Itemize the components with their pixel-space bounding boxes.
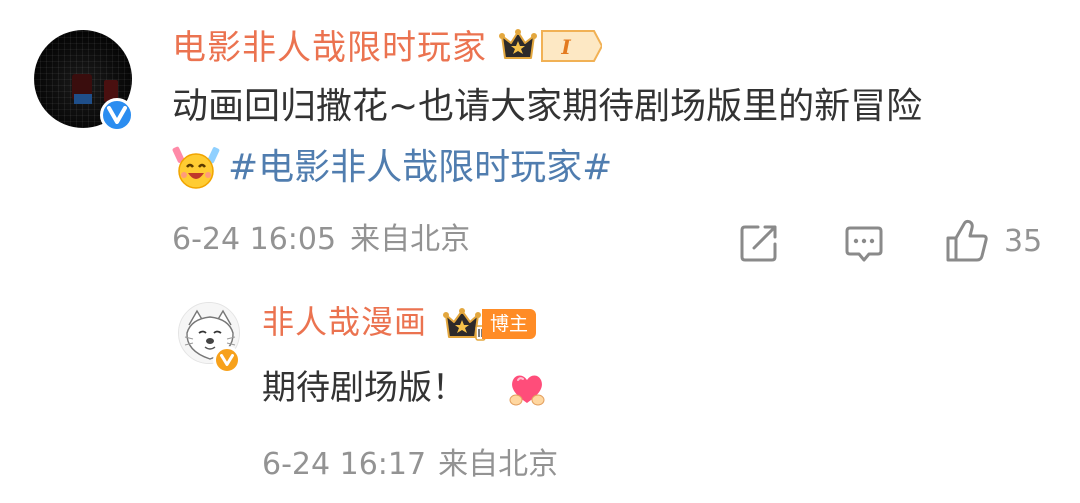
like-count: 35 <box>1004 224 1043 259</box>
host-tag: 博主 <box>482 309 537 339</box>
reply-text: 期待剧场版！ <box>262 368 466 408</box>
comment-meta: 6-24 16:05 来自北京 <box>172 220 470 260</box>
comment-thread: 电影非人哉限时玩家 I 动画回归撒花~也请大家期待剧场版里的新冒险 #电影非人哉… <box>0 0 1080 503</box>
reply-location: 来自北京 <box>438 447 559 482</box>
reply-badge: 博主 <box>442 306 537 342</box>
comment-date: 6-24 16:05 <box>172 222 337 257</box>
reply-date: 6-24 16:17 <box>262 447 427 482</box>
comment-icon[interactable] <box>843 222 885 264</box>
blue-v-verified-icon <box>100 98 134 132</box>
comment-author-name[interactable]: 电影非人哉限时玩家 <box>172 28 487 68</box>
reply-author-name[interactable]: 非人哉漫画 <box>262 302 427 342</box>
orange-v-verified-icon <box>213 346 241 374</box>
hashtag-link[interactable]: #电影非人哉限时玩家# <box>228 146 612 190</box>
thumbs-up-icon[interactable] <box>944 218 990 264</box>
comment-location: 来自北京 <box>350 222 471 257</box>
comment-text: 动画回归撒花~也请大家期待剧场版里的新冒险 <box>172 86 923 127</box>
hashtag-row: #电影非人哉限时玩家# <box>172 145 612 191</box>
fan-level-crown-badge-icon: I <box>499 29 602 62</box>
reply-meta: 6-24 16:17 来自北京 <box>262 445 558 485</box>
crown-level-ii-icon <box>443 308 486 341</box>
share-icon[interactable] <box>738 222 780 264</box>
fan-level-text: I <box>560 35 571 59</box>
cheering-emoji-icon <box>172 146 220 189</box>
heart-hands-emoji-icon <box>509 375 545 406</box>
